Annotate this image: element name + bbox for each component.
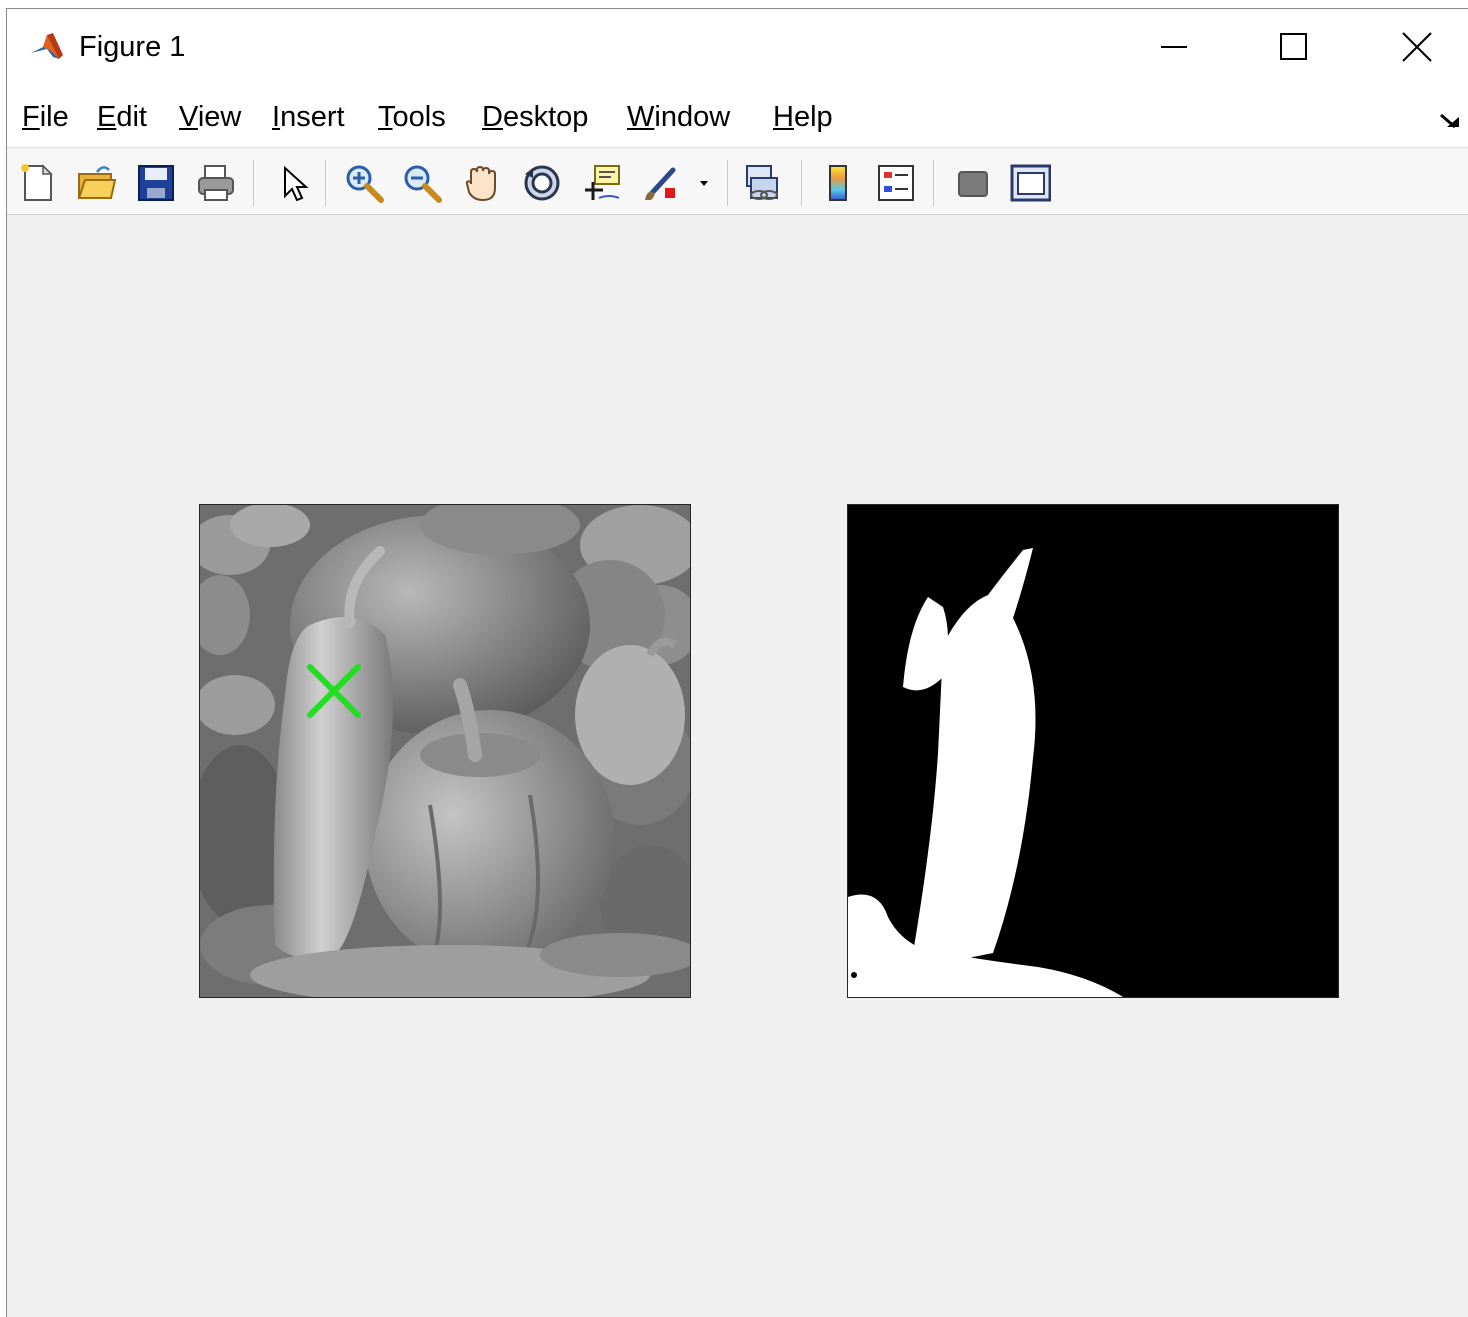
brush-dropdown-button[interactable] — [695, 162, 713, 204]
save-button[interactable] — [135, 162, 177, 204]
menu-edit-mnemonic: E — [97, 101, 117, 133]
open-file-icon — [77, 166, 117, 199]
link-plot-button[interactable] — [741, 162, 783, 204]
menu-insert-label: nsert — [280, 101, 345, 133]
brush-icon — [645, 167, 676, 200]
menu-window[interactable]: Window — [627, 101, 730, 134]
close-icon — [1402, 32, 1432, 62]
pan-hand-icon — [465, 165, 496, 202]
menu-insert-mnemonic: I — [272, 101, 281, 133]
rotate-3d-button[interactable] — [521, 162, 563, 204]
toolbar-separator — [727, 160, 728, 206]
menu-help-label: elp — [793, 101, 833, 133]
minimize-icon — [1161, 46, 1187, 48]
zoom-out-icon — [404, 165, 442, 203]
zoom-in-icon — [346, 165, 384, 203]
new-figure-icon — [21, 164, 53, 201]
brush-button[interactable] — [641, 162, 683, 204]
dock-figure-icon[interactable] — [1437, 109, 1465, 133]
insert-legend-icon — [878, 165, 914, 201]
menu-view-mnemonic: V — [179, 101, 198, 133]
menu-edit[interactable]: Edit — [97, 101, 147, 134]
zoom-out-button[interactable] — [401, 162, 443, 204]
edit-plot-pointer-icon — [284, 165, 309, 202]
insert-legend-button[interactable] — [875, 162, 917, 204]
menu-view-label: iew — [197, 101, 242, 133]
edit-plot-button[interactable] — [273, 162, 315, 204]
axes-grayscale-image[interactable] — [199, 504, 691, 998]
minimize-button[interactable] — [1143, 25, 1203, 69]
menu-desktop-label: esktop — [502, 101, 589, 133]
toolbar-separator — [801, 160, 802, 206]
save-icon — [138, 165, 174, 201]
menu-tools[interactable]: Tools — [378, 101, 446, 134]
show-plot-tools-button[interactable] — [1009, 162, 1051, 204]
new-figure-button[interactable] — [17, 162, 59, 204]
menu-help[interactable]: Help — [773, 101, 833, 134]
open-file-button[interactable] — [75, 162, 117, 204]
figure-window: Figure 1 File Edit View Insert Tools Des… — [6, 8, 1468, 1317]
menu-file-mnemonic: F — [22, 101, 40, 133]
matlab-logo-icon — [29, 29, 65, 65]
maximize-icon — [1280, 33, 1307, 60]
print-icon — [198, 165, 234, 201]
window-title: Figure 1 — [79, 31, 186, 63]
menu-bar: File Edit View Insert Tools Desktop Wind… — [7, 95, 1468, 147]
toolbar-separator — [253, 160, 254, 206]
menu-insert[interactable]: Insert — [272, 101, 345, 134]
hide-plot-tools-button[interactable] — [951, 162, 993, 204]
menu-file[interactable]: File — [22, 101, 69, 134]
toolbar-separator — [933, 160, 934, 206]
show-plot-tools-icon — [1010, 164, 1051, 202]
figure-toolbar — [7, 147, 1468, 215]
pan-button[interactable] — [461, 162, 503, 204]
insert-colorbar-button[interactable] — [817, 162, 859, 204]
binary-mask-image — [848, 505, 1338, 997]
axes-binary-mask[interactable] — [847, 504, 1339, 998]
close-button[interactable] — [1387, 25, 1447, 69]
grayscale-peppers-image — [200, 505, 690, 997]
data-cursor-button[interactable] — [581, 162, 623, 204]
title-bar[interactable]: Figure 1 — [7, 9, 1468, 89]
figure-canvas[interactable] — [7, 215, 1468, 1317]
maximize-button[interactable] — [1263, 25, 1323, 69]
menu-edit-label: dit — [116, 101, 147, 133]
menu-view[interactable]: View — [179, 101, 241, 134]
insert-colorbar-icon — [829, 165, 847, 201]
menu-tools-mnemonic: T — [378, 101, 393, 133]
hide-plot-tools-icon — [958, 171, 988, 197]
zoom-in-button[interactable] — [343, 162, 385, 204]
menu-tools-label: ools — [392, 101, 446, 133]
menu-window-mnemonic: W — [627, 101, 655, 133]
toolbar-separator — [325, 160, 326, 206]
menu-window-label: indow — [654, 101, 731, 133]
data-cursor-icon — [585, 165, 620, 200]
menu-file-label: ile — [39, 101, 69, 133]
link-plot-icon — [746, 165, 778, 200]
menu-desktop[interactable]: Desktop — [482, 101, 588, 134]
menu-desktop-mnemonic: D — [482, 101, 503, 133]
rotate-3d-icon — [524, 165, 560, 201]
brush-dropdown-icon — [700, 181, 708, 186]
menu-help-mnemonic: H — [773, 101, 794, 133]
print-button[interactable] — [195, 162, 237, 204]
